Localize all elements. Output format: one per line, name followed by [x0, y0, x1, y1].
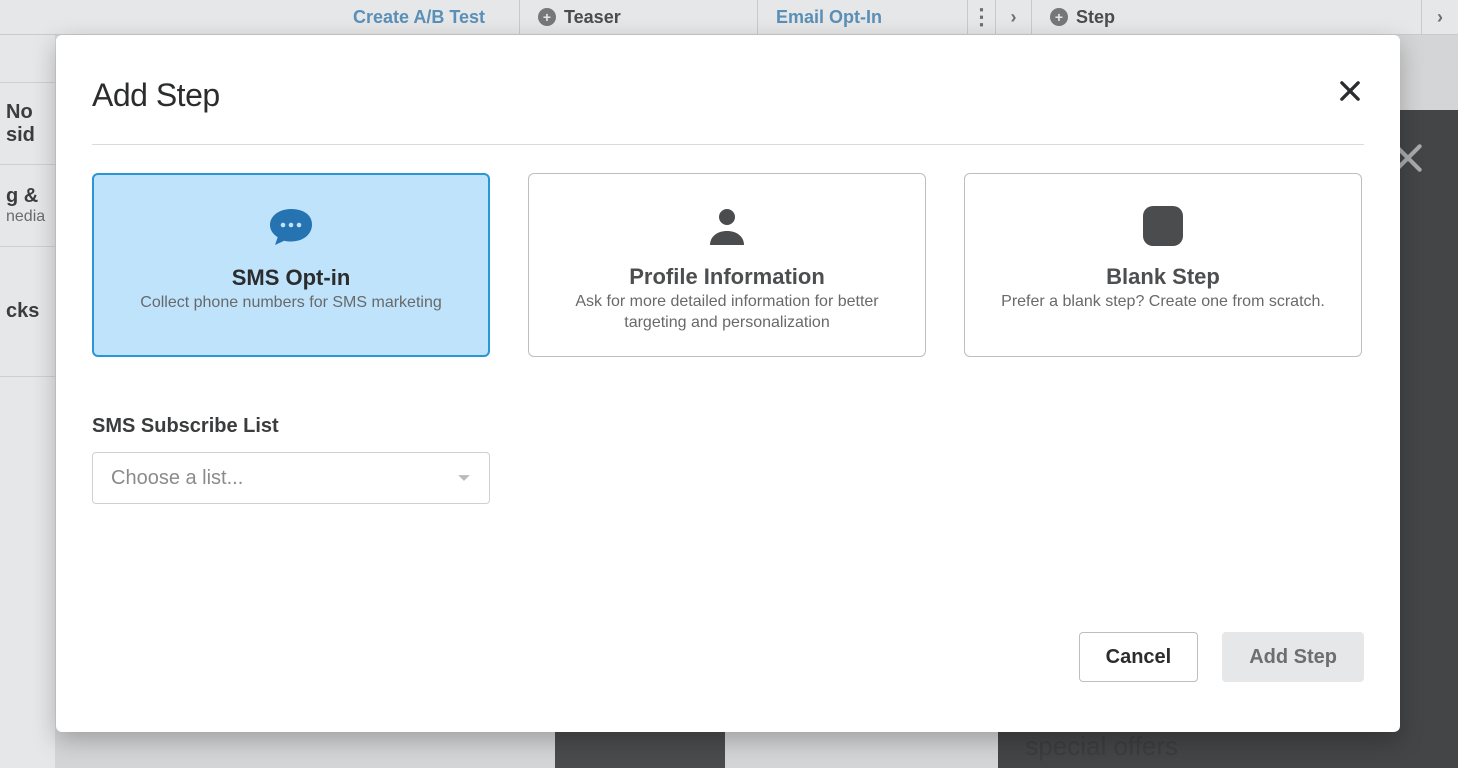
close-button[interactable] [1336, 77, 1364, 105]
add-step-button[interactable]: Add Step [1222, 632, 1364, 682]
card-blank-step[interactable]: Blank Step Prefer a blank step? Create o… [964, 173, 1362, 357]
card-title: Blank Step [1106, 264, 1220, 290]
select-placeholder: Choose a list... [111, 467, 243, 490]
chevron-down-icon [457, 471, 471, 485]
step-type-cards: SMS Opt-in Collect phone numbers for SMS… [92, 173, 1364, 357]
modal-footer: Cancel Add Step [1079, 632, 1364, 682]
modal-title: Add Step [92, 77, 220, 114]
card-title: Profile Information [629, 264, 825, 290]
person-icon [706, 202, 748, 250]
modal-header: Add Step [92, 77, 1364, 145]
sms-subscribe-list-select[interactable]: Choose a list... [92, 452, 490, 504]
close-icon [1336, 77, 1364, 105]
speech-bubble-icon [267, 203, 315, 251]
card-title: SMS Opt-in [232, 265, 351, 291]
blank-square-icon [1141, 202, 1185, 250]
card-sms-optin[interactable]: SMS Opt-in Collect phone numbers for SMS… [92, 173, 490, 357]
card-desc: Prefer a blank step? Create one from scr… [1001, 292, 1325, 313]
sms-list-label: SMS Subscribe List [92, 415, 1364, 438]
add-step-modal: Add Step SMS Opt-in Collect phone number… [56, 35, 1400, 732]
card-desc: Collect phone numbers for SMS marketing [140, 293, 441, 314]
cancel-button[interactable]: Cancel [1079, 632, 1199, 682]
card-desc: Ask for more detailed information for be… [557, 292, 897, 334]
card-profile-information[interactable]: Profile Information Ask for more detaile… [528, 173, 926, 357]
